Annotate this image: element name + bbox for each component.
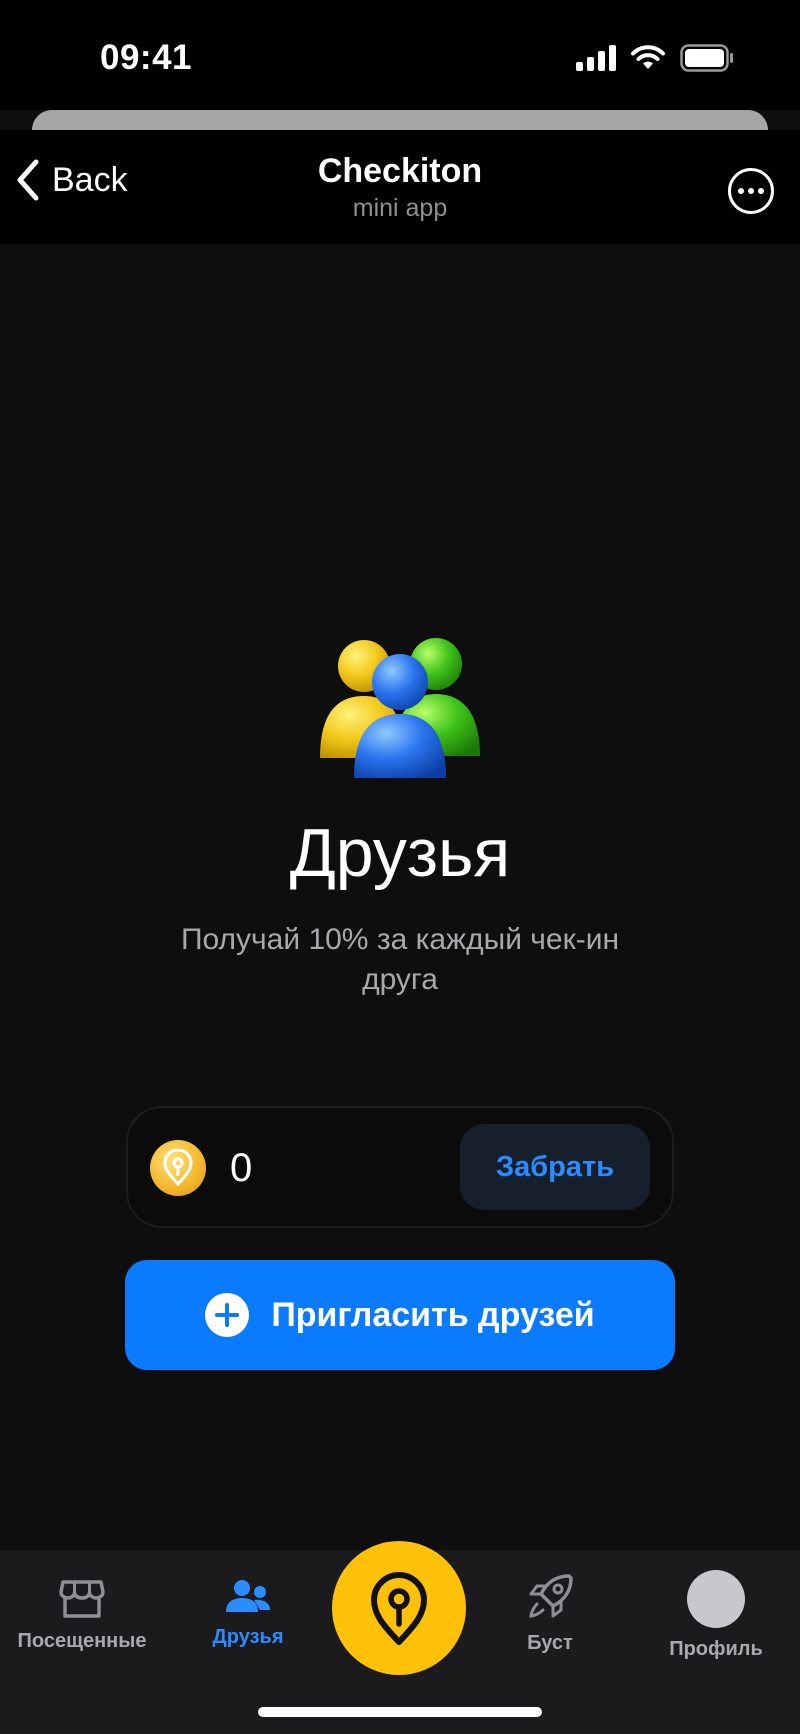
home-indicator bbox=[258, 1707, 542, 1717]
tab-label: Профиль bbox=[669, 1638, 763, 1660]
tab-label: Друзья bbox=[212, 1626, 284, 1648]
invite-friends-label: Пригласить друзей bbox=[271, 1295, 595, 1334]
wifi-icon bbox=[631, 45, 665, 69]
more-options-button[interactable] bbox=[728, 168, 774, 214]
tab-boost[interactable]: Буст bbox=[500, 1572, 600, 1655]
friends-illustration-icon bbox=[320, 638, 480, 778]
main-content: Друзья Получай 10% за каждый чек-ин друг… bbox=[0, 244, 800, 1550]
sheet-handle bbox=[32, 110, 768, 130]
tab-friends[interactable]: Друзья bbox=[190, 1578, 306, 1649]
rocket-icon bbox=[529, 1574, 573, 1618]
tab-visited[interactable]: Посещенные bbox=[14, 1576, 150, 1653]
location-pin-icon bbox=[371, 1572, 427, 1645]
app-subtitle: mini app bbox=[352, 194, 448, 222]
claim-button[interactable]: Забрать bbox=[460, 1124, 650, 1210]
status-icons bbox=[576, 44, 734, 72]
page-description: Получай 10% за каждый чек-ин друга bbox=[180, 923, 620, 996]
checkin-button[interactable] bbox=[332, 1541, 466, 1675]
tab-label: Посещенные bbox=[17, 1630, 147, 1652]
status-time: 09:41 bbox=[100, 38, 193, 77]
plus-icon bbox=[205, 1293, 250, 1337]
battery-icon bbox=[680, 44, 733, 72]
tab-profile[interactable]: Профиль bbox=[656, 1570, 776, 1661]
coin-icon bbox=[150, 1140, 206, 1196]
cellular-signal-icon bbox=[576, 45, 616, 71]
referral-balance-card: 0 Забрать bbox=[126, 1106, 674, 1228]
avatar bbox=[687, 1570, 745, 1628]
status-bar: 09:41 bbox=[0, 0, 800, 110]
store-icon bbox=[59, 1580, 105, 1618]
balance-value: 0 bbox=[230, 1146, 253, 1190]
invite-friends-button[interactable]: Пригласить друзей bbox=[125, 1260, 675, 1370]
nav-header: Back Checkiton mini app bbox=[0, 130, 800, 244]
friends-icon bbox=[226, 1580, 270, 1612]
tab-label: Буст bbox=[527, 1632, 573, 1654]
app-title: Checkiton bbox=[317, 152, 483, 190]
more-icon bbox=[738, 188, 744, 194]
page-title: Друзья bbox=[289, 815, 511, 891]
